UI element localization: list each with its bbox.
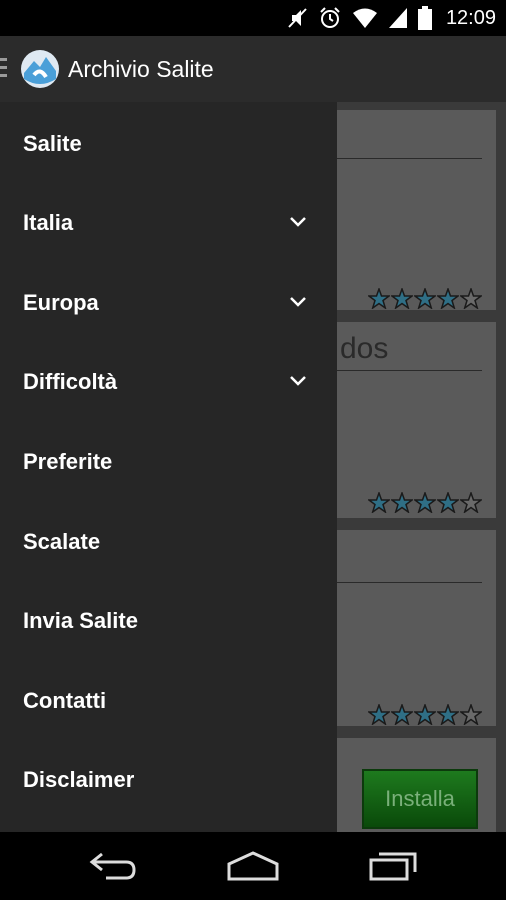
star-filled-icon — [391, 492, 413, 513]
battery-icon — [417, 6, 432, 30]
navigation-drawer: Salite Italia Europa Difficoltà Preferit… — [0, 102, 337, 832]
drawer-item-label: Difficoltà — [23, 368, 118, 394]
status-time: 12:09 — [445, 6, 496, 29]
signal-icon — [388, 8, 407, 28]
drawer-item-salite[interactable]: Salite — [0, 104, 337, 183]
card-snippet: dos — [340, 332, 389, 365]
star-filled-icon — [368, 704, 390, 725]
rating-stars — [368, 288, 482, 309]
chevron-down-icon[interactable] — [288, 295, 308, 309]
drawer-item-label: Italia — [23, 209, 74, 235]
star-empty-icon — [460, 704, 482, 725]
app-title: Archivio Salite — [68, 56, 214, 82]
drawer-item-contatti[interactable]: Contatti — [0, 661, 337, 740]
star-filled-icon — [437, 288, 459, 309]
drawer-item-label: Europa — [23, 289, 99, 315]
star-empty-icon — [460, 492, 482, 513]
app-logo-icon[interactable] — [20, 49, 60, 89]
action-bar: Archivio Salite — [0, 36, 506, 102]
hamburger-icon[interactable] — [0, 58, 8, 82]
drawer-item-difficolta[interactable]: Difficoltà — [0, 342, 337, 421]
star-filled-icon — [414, 288, 436, 309]
drawer-item-europa[interactable]: Europa — [0, 263, 337, 342]
drawer-item-label: Preferite — [23, 448, 113, 474]
star-filled-icon — [437, 492, 459, 513]
rating-stars — [368, 704, 482, 725]
alarm-icon — [320, 7, 340, 28]
recents-icon[interactable] — [368, 850, 420, 882]
chevron-down-icon[interactable] — [288, 215, 308, 229]
drawer-item-preferite[interactable]: Preferite — [0, 422, 337, 501]
mute-icon — [288, 8, 307, 28]
wifi-icon — [352, 8, 377, 28]
star-filled-icon — [414, 704, 436, 725]
system-nav-bar — [0, 832, 506, 900]
star-filled-icon — [391, 704, 413, 725]
rating-stars — [368, 492, 482, 513]
home-icon[interactable] — [226, 850, 280, 882]
drawer-item-label: Disclaimer — [23, 766, 135, 792]
drawer-item-italia[interactable]: Italia — [0, 183, 337, 262]
drawer-item-label: Invia Salite — [23, 607, 138, 633]
star-filled-icon — [414, 492, 436, 513]
star-filled-icon — [437, 704, 459, 725]
star-filled-icon — [368, 492, 390, 513]
star-filled-icon — [368, 288, 390, 309]
drawer-item-label: Scalate — [23, 528, 101, 554]
drawer-item-invia-salite[interactable]: Invia Salite — [0, 581, 337, 660]
back-icon[interactable] — [86, 850, 138, 882]
status-icons: 12:09 — [286, 0, 496, 36]
star-empty-icon — [460, 288, 482, 309]
drawer-item-disclaimer[interactable]: Disclaimer — [0, 740, 337, 819]
drawer-item-scalate[interactable]: Scalate — [0, 502, 337, 581]
drawer-item-label: Salite — [23, 130, 82, 156]
chevron-down-icon[interactable] — [288, 374, 308, 388]
status-bar: 12:09 — [0, 0, 506, 36]
install-button[interactable]: Installa — [362, 769, 478, 829]
star-filled-icon — [391, 288, 413, 309]
drawer-item-label: Contatti — [23, 687, 107, 713]
